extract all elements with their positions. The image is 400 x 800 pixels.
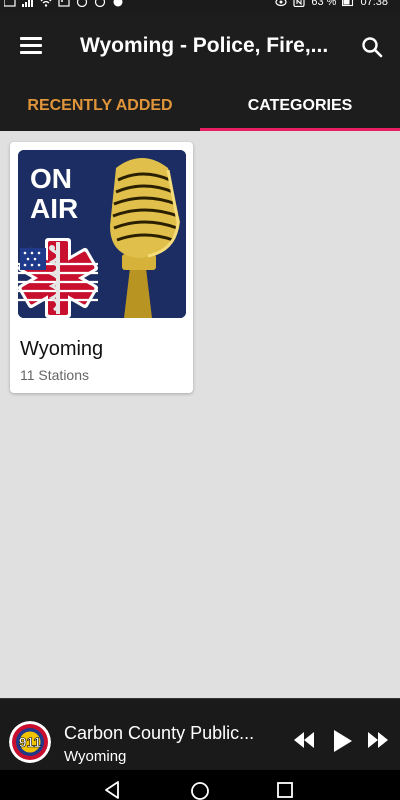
eye-icon xyxy=(275,0,287,7)
app-bar: Wyoming - Police, Fire,... xyxy=(0,13,400,80)
now-playing-title[interactable]: Carbon County Public... xyxy=(64,723,279,744)
wifi-icon xyxy=(40,0,52,7)
clock: 07:38 xyxy=(360,0,388,8)
battery-icon xyxy=(342,0,354,7)
tab-bar: RECENTLY ADDED CATEGORIES xyxy=(0,80,400,131)
category-station-count: 11 Stations xyxy=(20,367,90,383)
tab-label: CATEGORIES xyxy=(247,96,353,114)
station-logo[interactable]: 911 xyxy=(9,721,51,763)
page-title: Wyoming - Police, Fire,... xyxy=(80,34,329,57)
rewind-icon[interactable] xyxy=(292,731,316,749)
hamburger-menu-icon[interactable] xyxy=(20,37,42,55)
signal-icon xyxy=(22,0,33,7)
tab-label: RECENTLY ADDED xyxy=(27,96,173,114)
tab-categories[interactable]: CATEGORIES xyxy=(200,80,400,131)
on-air-text-on: ON xyxy=(30,163,72,194)
system-navigation-bar xyxy=(0,770,400,800)
image-icon xyxy=(58,0,70,7)
on-air-artwork: ON AIR xyxy=(18,150,186,318)
logo-911-text: 911 xyxy=(19,734,42,750)
fast-forward-icon[interactable] xyxy=(366,731,390,749)
app-notification-icon xyxy=(113,0,123,7)
now-playing-bar[interactable]: 911 Carbon County Public... Wyoming xyxy=(0,698,400,770)
on-air-text-air: AIR xyxy=(30,193,78,224)
play-icon[interactable] xyxy=(333,729,353,753)
tab-recently-added[interactable]: RECENTLY ADDED xyxy=(0,80,200,131)
status-bar: 63 % 07:38 xyxy=(0,0,400,13)
app-notification-icon xyxy=(94,0,106,7)
search-icon[interactable] xyxy=(360,35,384,59)
category-title: Wyoming xyxy=(20,338,104,360)
now-playing-subtitle: Wyoming xyxy=(64,748,127,765)
status-icons-right: 63 % 07:38 xyxy=(275,0,388,8)
status-icons-left xyxy=(4,0,124,7)
categories-grid: ON AIR Wyoming 11 Stations xyxy=(0,131,400,698)
notification-icon xyxy=(4,0,16,7)
app-notification-icon xyxy=(76,0,88,7)
category-card[interactable]: ON AIR Wyoming 11 Stations xyxy=(10,142,193,393)
on-air-microphone-image: ON AIR xyxy=(18,150,186,318)
back-icon[interactable] xyxy=(104,781,122,799)
home-icon[interactable] xyxy=(190,781,210,800)
battery-percent: 63 % xyxy=(311,0,337,8)
911-badge-icon: 911 xyxy=(9,721,51,763)
nfc-icon xyxy=(293,0,305,7)
recents-icon[interactable] xyxy=(276,781,294,799)
